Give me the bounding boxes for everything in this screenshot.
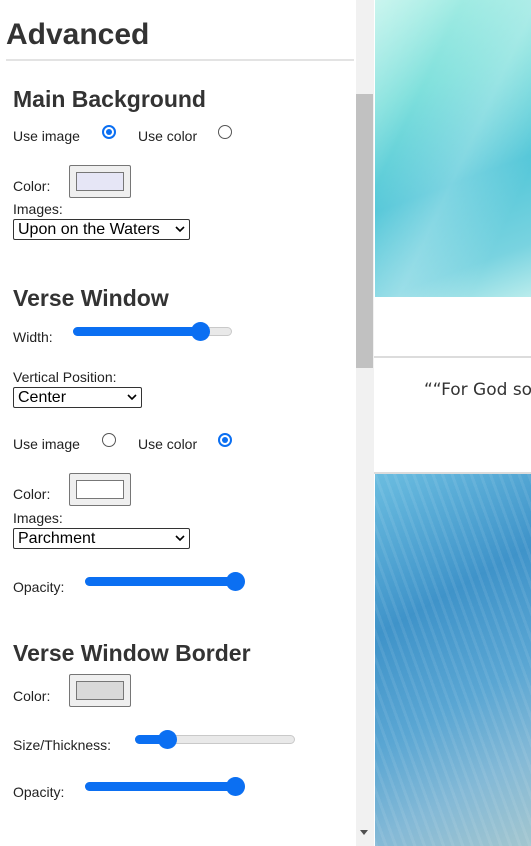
verse-window-use-color-label: Use color	[138, 436, 198, 452]
border-size-slider[interactable]	[135, 730, 295, 750]
verse-window-border-heading: Verse Window Border	[13, 640, 251, 666]
verse-window-width-label: Width:	[13, 329, 53, 345]
verse-window-color-label: Color:	[13, 486, 51, 502]
slider-fill	[85, 577, 235, 586]
vertical-position-label: Vertical Position:	[13, 369, 117, 385]
slider-thumb[interactable]	[226, 777, 245, 796]
border-opacity-slider[interactable]	[85, 777, 245, 797]
main-bg-use-color-label: Use color	[138, 128, 198, 144]
background-image-bottom	[375, 474, 531, 846]
verse-window-opacity-slider[interactable]	[85, 572, 245, 592]
preview-area: ““For God so l	[374, 0, 531, 846]
verse-window-color-swatch	[76, 480, 124, 499]
verse-window-images-select[interactable]: Parchment	[13, 528, 190, 549]
main-bg-color-swatch	[76, 172, 124, 191]
main-bg-images-label: Images:	[13, 201, 63, 217]
main-bg-images-selected: Upon on the Waters	[18, 221, 160, 238]
main-bg-color-label: Color:	[13, 178, 51, 194]
main-background-heading: Main Background	[13, 86, 206, 112]
slider-thumb[interactable]	[158, 730, 177, 749]
slider-fill	[85, 782, 235, 791]
chevron-down-icon	[127, 394, 137, 401]
main-bg-use-image-label: Use image	[13, 128, 80, 144]
slider-fill	[73, 327, 201, 336]
border-color-label: Color:	[13, 688, 51, 704]
border-opacity-label: Opacity:	[13, 784, 65, 800]
main-bg-color-picker[interactable]	[69, 165, 131, 198]
slider-thumb[interactable]	[226, 572, 245, 591]
verse-window-color-picker[interactable]	[69, 473, 131, 506]
vertical-position-select[interactable]: Center	[13, 387, 142, 408]
verse-window-opacity-label: Opacity:	[13, 579, 65, 595]
scroll-down-arrow-icon[interactable]	[360, 830, 368, 835]
border-size-label: Size/Thickness:	[13, 737, 112, 753]
settings-panel: Advanced Main Background Use image Use c…	[0, 0, 356, 846]
verse-window-images-selected: Parchment	[18, 530, 96, 547]
border-color-swatch	[76, 681, 124, 700]
title-divider	[6, 59, 354, 61]
chevron-down-icon	[175, 226, 185, 233]
verse-window-images-label: Images:	[13, 510, 63, 526]
main-bg-use-image-radio[interactable]	[102, 125, 116, 139]
verse-window-use-image-label: Use image	[13, 436, 80, 452]
verse-window-use-color-radio[interactable]	[218, 433, 232, 447]
scrollbar-thumb[interactable]	[356, 94, 373, 368]
main-bg-images-select[interactable]: Upon on the Waters	[13, 219, 190, 240]
main-bg-use-color-radio[interactable]	[218, 125, 232, 139]
verse-window: ““For God so l	[374, 356, 531, 474]
page-title: Advanced	[6, 18, 150, 51]
border-color-picker[interactable]	[69, 674, 131, 707]
verse-window-width-slider[interactable]	[73, 322, 232, 342]
verse-text: ““For God so l	[424, 380, 531, 400]
chevron-down-icon	[175, 535, 185, 542]
slider-thumb[interactable]	[191, 322, 211, 341]
verse-window-heading: Verse Window	[13, 285, 169, 311]
vertical-position-selected: Center	[18, 389, 67, 406]
verse-window-use-image-radio[interactable]	[102, 433, 116, 447]
background-image-top	[375, 0, 531, 297]
